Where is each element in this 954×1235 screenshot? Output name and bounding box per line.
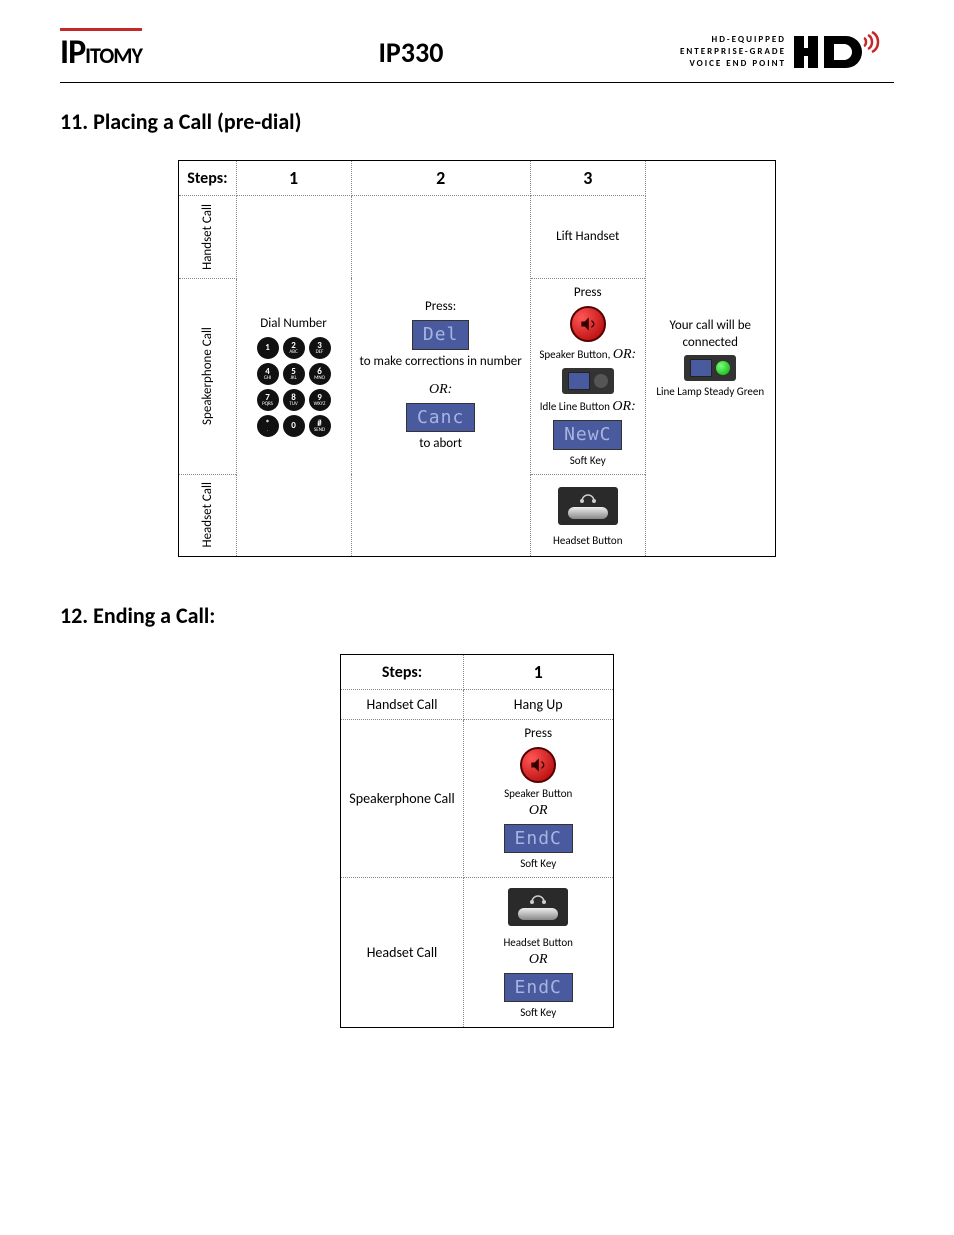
keypad-key: 2ABC — [283, 337, 305, 359]
speaker-button-label-2: Speaker Button — [472, 787, 605, 801]
speaker-button-icon — [570, 306, 606, 342]
section-12-title: 12. Ending a Call: — [60, 602, 894, 629]
row-headset-2: Headset Call — [341, 878, 463, 1027]
keypad-key: #SEND — [309, 415, 331, 437]
step-1: 1 — [236, 161, 351, 196]
row-speaker-2: Speakerphone Call — [341, 720, 463, 878]
tagline-2: ENTERPRISE-GRADE — [680, 46, 786, 58]
hd-logo — [794, 30, 894, 74]
or-4: OR — [472, 951, 605, 969]
steps-label-2: Steps: — [341, 655, 463, 690]
endc-softkey-icon: EndC — [504, 824, 573, 853]
logo-itomy: ITOMY — [85, 42, 142, 69]
keypad-key: 7PQRS — [257, 389, 279, 411]
lift-handset-label: Lift Handset — [539, 229, 637, 246]
logo-ip: IP — [60, 32, 85, 73]
step-1b: 1 — [463, 655, 613, 690]
idle-line-label: Idle Line Button — [540, 400, 610, 413]
softkey-label-2: Soft Key — [472, 857, 605, 871]
canc-softkey-icon: Canc — [406, 403, 475, 432]
headset-cell: Headset Button — [530, 474, 645, 557]
headset-button-icon-2 — [508, 888, 568, 926]
or-2: OR: — [612, 399, 635, 414]
speaker-end-cell: Press Speaker Button OR EndC Soft Key — [463, 720, 613, 878]
abort-label: to abort — [360, 436, 522, 453]
speaker-options-cell: Press Speaker Button, OR: Idle Line Butt… — [530, 278, 645, 474]
press-label: Press: — [360, 299, 522, 316]
dial-number-label: Dial Number — [245, 316, 343, 333]
row-handset-2: Handset Call — [341, 690, 463, 720]
keypad-key: 4GHI — [257, 363, 279, 385]
keypad-key: 6MNO — [309, 363, 331, 385]
keypad-key: 9WXYZ — [309, 389, 331, 411]
keypad-icon: 12ABC3DEF 4GHI5JKL6MNO 7PQRS8TUV9WXYZ *.0#S… — [257, 337, 331, 437]
keypad-key: 5JKL — [283, 363, 305, 385]
tagline: HD-EQUIPPED ENTERPRISE-GRADE VOICE END P… — [680, 34, 786, 69]
or-1: OR: — [613, 347, 636, 362]
newc-softkey-icon: NewC — [553, 420, 622, 449]
correct-label: to make corrections in number — [360, 354, 522, 371]
endc-softkey-icon-2: EndC — [504, 973, 573, 1002]
row-headset: Headset Call — [179, 474, 236, 557]
or-3: OR — [472, 802, 605, 820]
tagline-1: HD-EQUIPPED — [680, 34, 786, 46]
row-handset: Handset Call — [179, 196, 236, 279]
headset-button-icon — [558, 487, 618, 525]
keypad-key: 3DEF — [309, 337, 331, 359]
page-header: IPITOMY IP330 HD-EQUIPPED ENTERPRISE-GRA… — [60, 30, 894, 83]
press-label-2: Press — [539, 285, 637, 302]
speaker-button-icon-2 — [520, 747, 556, 783]
model-number: IP330 — [378, 35, 443, 70]
headset-button-label: Headset Button — [539, 534, 637, 548]
keypad-key: 1 — [257, 337, 279, 359]
hangup-cell: Hang Up — [463, 690, 613, 720]
ending-call-table: Steps: 1 Handset Call Hang Up Speakerpho… — [340, 654, 613, 1027]
connected-text: Your call will be connected — [654, 318, 767, 352]
keypad-key: 8TUV — [283, 389, 305, 411]
del-softkey-icon: Del — [412, 320, 470, 349]
lamp-label: Line Lamp Steady Green — [654, 385, 767, 399]
step-3: 3 — [530, 161, 645, 196]
speaker-button-label: Speaker Button, — [539, 348, 610, 361]
table-11-wrap: Steps: 1 2 3 Your call will be connected… — [60, 160, 894, 557]
header-right: HD-EQUIPPED ENTERPRISE-GRADE VOICE END P… — [680, 30, 894, 74]
headset-button-label-2: Headset Button — [472, 936, 605, 950]
lift-handset-cell: Lift Handset — [530, 196, 645, 279]
ipitomy-logo: IPITOMY — [60, 32, 142, 73]
corrections-cell: Press: Del to make corrections in number… — [351, 196, 530, 557]
section-11-title: 11. Placing a Call (pre-dial) — [60, 108, 894, 135]
row-speaker: Speakerphone Call — [179, 278, 236, 474]
steps-label: Steps: — [179, 161, 236, 196]
headset-end-cell: Headset Button OR EndC Soft Key — [463, 878, 613, 1027]
tagline-3: VOICE END POINT — [680, 58, 786, 70]
line-lamp-green-icon — [684, 355, 736, 381]
table-12-wrap: Steps: 1 Handset Call Hang Up Speakerpho… — [60, 654, 894, 1027]
keypad-key: *. — [257, 415, 279, 437]
keypad-key: 0 — [283, 415, 305, 437]
idle-line-button-icon — [562, 368, 614, 394]
dial-cell: Dial Number 12ABC3DEF 4GHI5JKL6MNO 7PQRS8T… — [236, 196, 351, 557]
placing-call-table: Steps: 1 2 3 Your call will be connected… — [178, 160, 776, 557]
step-2: 2 — [351, 161, 530, 196]
result-cell: Your call will be connected Line Lamp St… — [645, 161, 775, 557]
softkey-label: Soft Key — [539, 454, 637, 468]
press-label-3: Press — [472, 726, 605, 743]
or-label: OR: — [360, 381, 522, 399]
softkey-label-3: Soft Key — [472, 1006, 605, 1020]
